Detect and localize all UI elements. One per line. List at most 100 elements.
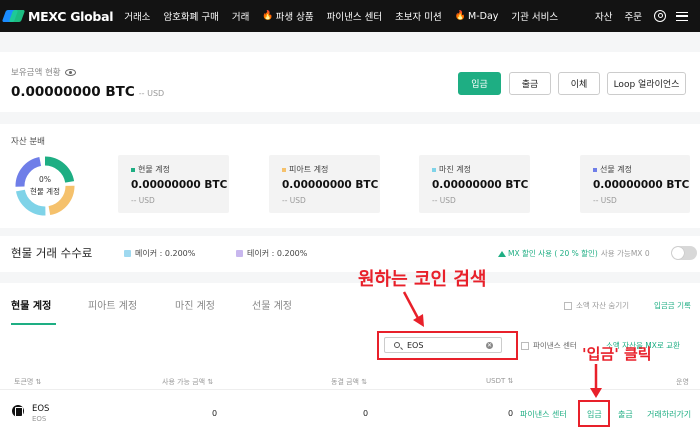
- tab-fiat-account[interactable]: 피아트 계정: [88, 297, 137, 312]
- finance-center-filter[interactable]: 파이낸스 센터: [521, 340, 577, 351]
- margin-account-usd: -- USD: [432, 196, 456, 205]
- nav-item-exchange[interactable]: 거래소: [124, 9, 150, 23]
- row-withdraw-link[interactable]: 출금: [618, 409, 633, 420]
- withdraw-button[interactable]: 출금: [509, 72, 551, 95]
- donut-caption: 현물 계정: [30, 187, 60, 196]
- header-frozen-label: 동결 금액: [331, 378, 359, 386]
- transfer-button[interactable]: 이체: [558, 72, 600, 95]
- asset-distribution: 자산 분배 0% 현물 계정 현물 계정 0.00000000 BTC -- U…: [0, 124, 700, 228]
- header-usdt-label: USDT: [486, 377, 506, 385]
- margin-account-title: 마진 계정: [439, 165, 471, 174]
- eos-coin-icon: [12, 405, 24, 417]
- spot-account-value: 0.00000000 BTC: [131, 179, 228, 191]
- deposit-hint-arrow: [590, 364, 602, 398]
- futures-account-title: 선물 계정: [600, 165, 632, 174]
- balance-label-wrap: 보유금액 현황: [11, 66, 76, 78]
- balance-value-wrap: 0.00000000 BTC -- USD: [11, 84, 164, 100]
- maker-fee: 메이커 : 0.200%: [124, 248, 195, 259]
- deposit-button[interactable]: 입금: [458, 72, 501, 95]
- maker-fee-text: 메이커 : 0.200%: [135, 249, 196, 258]
- balance-usd: -- USD: [138, 89, 165, 98]
- coin-fullname: EOS: [32, 415, 47, 423]
- search-highlight-box: [377, 331, 518, 360]
- spot-fee-bar: 현물 거래 수수료 메이커 : 0.200% 테이커 : 0.200% MX 할…: [0, 236, 700, 272]
- margin-dot: [432, 167, 436, 172]
- search-hint-annotation: 원하는 코인 검색: [358, 269, 487, 290]
- finance-center-link[interactable]: 파이낸스 센터: [520, 409, 567, 420]
- fiat-account-title-wrap: 피아트 계정: [282, 164, 328, 175]
- header-token[interactable]: 토큰명 ⇅: [14, 377, 41, 387]
- mx-discount: MX 할인 사용 ( 20 % 할인) 사용 가능MX 0: [498, 248, 650, 259]
- taker-fee-icon: [236, 250, 243, 257]
- finance-center-checkbox[interactable]: [521, 341, 529, 350]
- distribution-label: 자산 분배: [11, 137, 45, 147]
- nav-item-derivatives[interactable]: 🔥 파생 상품: [262, 9, 313, 23]
- active-tab-indicator: [11, 323, 56, 325]
- hide-small-checkbox[interactable]: [564, 301, 572, 310]
- row-trade-link[interactable]: 거래하러가기: [647, 409, 691, 420]
- margin-account-title-wrap: 마진 계정: [432, 164, 471, 175]
- fiat-account-usd: -- USD: [282, 196, 306, 205]
- deposit-highlight-box: [578, 400, 610, 427]
- mx-icon: [498, 250, 506, 257]
- available-amount: 0: [212, 409, 218, 418]
- futures-account-value: 0.00000000 BTC: [593, 179, 690, 191]
- coin-name: EOS: [32, 404, 50, 414]
- deposit-hint-annotation: '입금' 클릭: [582, 345, 652, 363]
- nav-item-derivatives-label: 파생 상품: [275, 12, 314, 23]
- spot-dot: [131, 167, 135, 172]
- header-available[interactable]: 사용 가능 금액 ⇅: [162, 377, 213, 387]
- nav-item-institutional[interactable]: 기관 서비스: [511, 9, 558, 23]
- hide-small-assets[interactable]: 소액 자산 숨기기: [564, 300, 629, 311]
- balance-amount: 0.00000000 BTC: [11, 84, 135, 100]
- frozen-amount: 0: [363, 409, 369, 418]
- tab-spot-account[interactable]: 현물 계정: [11, 297, 51, 312]
- mexc-logo[interactable]: MEXC Global: [1, 9, 114, 24]
- mx-discount-text: MX 할인 사용 ( 20 % 할인): [508, 249, 598, 258]
- fiat-dot: [282, 167, 286, 172]
- header-usdt[interactable]: USDT ⇅: [486, 377, 513, 385]
- menu-icon[interactable]: [676, 11, 688, 21]
- search-hint-arrow: [402, 291, 424, 327]
- taker-fee: 테이커 : 0.200%: [236, 248, 307, 259]
- spot-account-card[interactable]: 현물 계정 0.00000000 BTC -- USD: [118, 155, 229, 213]
- nav-item-m-day-label: M-Day: [468, 10, 499, 22]
- fiat-account-title: 피아트 계정: [289, 165, 329, 174]
- mx-discount-toggle[interactable]: [671, 246, 697, 260]
- donut-percent: 0%: [39, 175, 51, 184]
- nav-item-trade[interactable]: 거래: [232, 9, 249, 23]
- mexc-logo-icon: [1, 9, 26, 23]
- nav-item-assets[interactable]: 자산: [595, 9, 612, 23]
- nav-item-orders[interactable]: 주문: [625, 9, 642, 23]
- margin-account-card[interactable]: 마진 계정 0.00000000 BTC -- USD: [419, 155, 530, 213]
- taker-fee-text: 테이커 : 0.200%: [247, 249, 308, 258]
- fire-icon: 🔥: [262, 11, 274, 21]
- spot-account-usd: -- USD: [131, 196, 155, 205]
- futures-dot: [593, 167, 597, 172]
- deposit-history-link[interactable]: 입금금 기록: [654, 300, 691, 311]
- spot-account-title-wrap: 현물 계정: [131, 164, 170, 175]
- usdt-value: 0: [508, 409, 514, 418]
- nav-item-beginner-mission[interactable]: 초보자 미션: [395, 9, 442, 23]
- nav-item-buy-crypto[interactable]: 암호화폐 구매: [163, 9, 218, 23]
- top-navbar: MEXC Global 거래소 암호화폐 구매 거래 🔥 파생 상품 파이낸스 센…: [0, 0, 700, 32]
- tab-futures-account[interactable]: 선물 계정: [252, 297, 292, 312]
- hide-small-label: 소액 자산 숨기기: [576, 301, 630, 310]
- tab-margin-account[interactable]: 마진 계정: [175, 297, 215, 312]
- user-icon[interactable]: [654, 10, 666, 22]
- balance-label: 보유금액 현황: [11, 68, 61, 78]
- donut-center: 0% 현물 계정: [14, 174, 76, 198]
- futures-account-title-wrap: 선물 계정: [593, 164, 632, 175]
- fiat-account-card[interactable]: 피아트 계정 0.00000000 BTC -- USD: [269, 155, 380, 213]
- fee-title: 현물 거래 수수료: [11, 246, 93, 260]
- eye-icon[interactable]: [64, 68, 76, 76]
- header-token-label: 토큰명: [14, 378, 34, 386]
- futures-account-usd: -- USD: [593, 196, 617, 205]
- mx-available-text: 사용 가능MX 0: [600, 249, 650, 258]
- nav-item-finance-center[interactable]: 파이낸스 센터: [327, 9, 382, 23]
- loop-alliance-button[interactable]: Loop 얼라이언스: [607, 72, 686, 95]
- header-frozen[interactable]: 동결 금액 ⇅: [331, 377, 367, 387]
- nav-item-m-day[interactable]: 🔥 M-Day: [455, 9, 499, 23]
- margin-account-value: 0.00000000 BTC: [432, 179, 529, 191]
- futures-account-card[interactable]: 선물 계정 0.00000000 BTC -- USD: [580, 155, 690, 213]
